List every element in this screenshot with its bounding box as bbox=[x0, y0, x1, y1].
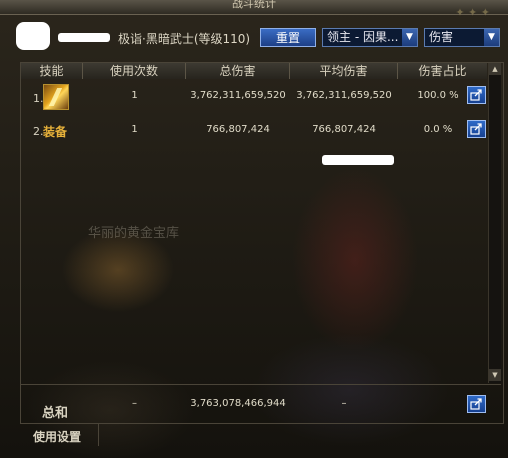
damage-share: 100.0 % bbox=[417, 90, 459, 101]
row-number: 1. bbox=[33, 92, 44, 105]
row-number: 2. bbox=[33, 125, 44, 138]
scroll-down-icon[interactable]: ▼ bbox=[489, 369, 501, 381]
table-row[interactable]: 2. 装备 1 766,807,424 766,807,424 0.0 % bbox=[21, 118, 487, 148]
avatar bbox=[16, 22, 50, 50]
total-damage: 766,807,424 bbox=[206, 124, 270, 135]
window-title: 战斗统计 bbox=[232, 0, 276, 10]
column-header-damage-share: 伤害占比 bbox=[418, 64, 467, 78]
reset-button[interactable]: 重置 bbox=[260, 28, 316, 47]
table-row[interactable]: 1. 1 3,762,311,659,520 3,762,311,659,520… bbox=[21, 84, 487, 114]
share-button[interactable] bbox=[467, 120, 486, 138]
chevron-down-icon[interactable]: ▼ bbox=[484, 29, 499, 46]
uses-count: 1 bbox=[131, 90, 138, 101]
total-damage: 3,762,311,659,520 bbox=[190, 90, 286, 101]
summary-avg-damage: – bbox=[341, 398, 347, 409]
summary-total-damage: 3,763,078,466,944 bbox=[190, 398, 286, 409]
stats-panel bbox=[20, 62, 504, 424]
title-bar[interactable]: 战斗统计 ✦ ✦ ✦ bbox=[0, 0, 508, 19]
uses-count: 1 bbox=[131, 124, 138, 135]
column-header-total-damage: 总伤害 bbox=[186, 63, 290, 79]
summary-label: 总和 bbox=[42, 406, 69, 421]
export-icon bbox=[470, 123, 482, 135]
usage-settings-button[interactable]: 使用设置 bbox=[33, 428, 81, 445]
damage-share: 0.0 % bbox=[423, 124, 453, 135]
scrollbar[interactable]: ▲ ▼ bbox=[488, 63, 501, 383]
average-damage: 766,807,424 bbox=[312, 124, 376, 135]
character-name: 极诣·黑暗武士 bbox=[118, 32, 194, 46]
lightning-skill-icon[interactable] bbox=[43, 84, 69, 110]
divider bbox=[21, 423, 501, 424]
export-icon bbox=[470, 89, 482, 101]
metric-dropdown[interactable]: 伤害 ▼ bbox=[424, 28, 500, 47]
export-icon bbox=[470, 398, 482, 410]
chevron-down-icon[interactable]: ▼ bbox=[402, 29, 417, 46]
column-header-skill: 技能 bbox=[21, 63, 83, 79]
scroll-up-icon[interactable]: ▲ bbox=[489, 63, 501, 75]
column-header-avg-damage: 平均伤害 bbox=[290, 63, 398, 79]
share-button[interactable] bbox=[467, 86, 486, 104]
column-header-uses: 使用次数 bbox=[83, 63, 186, 79]
summary-uses: – bbox=[132, 398, 137, 409]
character-title: 极诣·黑暗武士(等级110) bbox=[118, 30, 250, 47]
character-level: (等级110) bbox=[193, 32, 251, 46]
target-dropdown[interactable]: 领主 - 因果... ▼ bbox=[322, 28, 418, 47]
average-damage: 3,762,311,659,520 bbox=[296, 90, 392, 101]
divider bbox=[21, 384, 501, 385]
redacted-name bbox=[58, 33, 110, 42]
target-dropdown-value: 领主 - 因果... bbox=[327, 30, 399, 44]
equipment-label: 装备 bbox=[43, 125, 68, 139]
table-header: 技能 使用次数 总伤害 平均伤害 伤害占比 bbox=[21, 63, 487, 79]
title-decoration: ✦ ✦ ✦ bbox=[455, 6, 490, 19]
redacted-text bbox=[322, 155, 394, 165]
metric-dropdown-value: 伤害 bbox=[429, 30, 454, 44]
summary-share-button[interactable] bbox=[467, 395, 486, 413]
divider bbox=[98, 424, 99, 446]
